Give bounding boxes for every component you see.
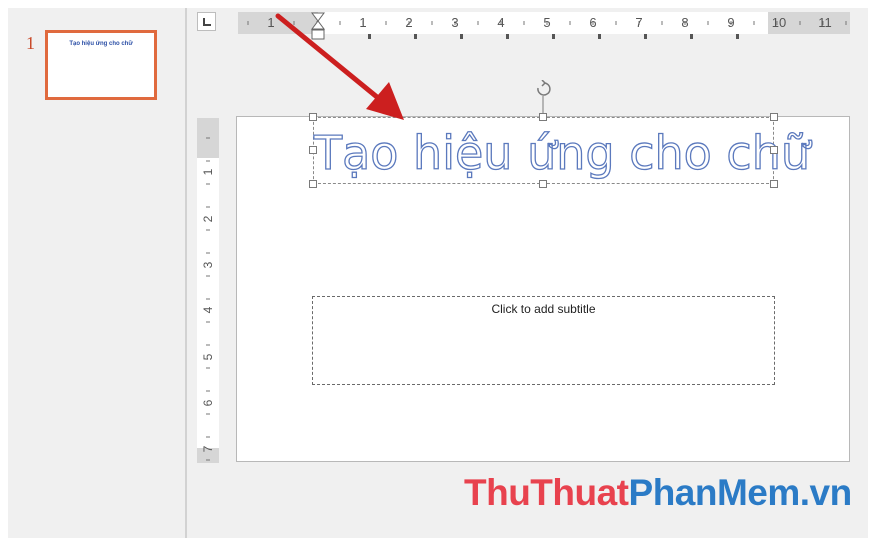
watermark-logo: ThuThuatPhanMem.vn	[464, 472, 852, 514]
resize-handle[interactable]	[770, 146, 778, 154]
slide-thumbnail-title: Tạo hiệu ứng cho chữ	[69, 41, 133, 47]
tab-stop-marker	[598, 34, 601, 39]
ruler-label: 7	[201, 445, 215, 453]
subtitle-placeholder[interactable]: Click to add subtitle	[312, 296, 775, 385]
resize-handle[interactable]	[770, 113, 778, 121]
tab-stop-marker	[506, 34, 509, 39]
tab-stop-marker	[690, 34, 693, 39]
ruler-label: 9	[727, 15, 735, 30]
resize-handle[interactable]	[539, 113, 547, 121]
vertical-ruler[interactable]: 1 2 3 4 5 6 7	[197, 118, 219, 463]
resize-handle[interactable]	[309, 146, 317, 154]
watermark-part2: PhanMem.vn	[628, 472, 853, 513]
resize-handle[interactable]	[539, 180, 547, 188]
resize-handle[interactable]	[770, 180, 778, 188]
ruler-label: 10	[771, 15, 787, 30]
ruler-label: 3	[201, 261, 215, 269]
ruler-label: 11	[818, 15, 832, 30]
slide-thumbnail-number: 1	[26, 33, 35, 53]
ruler-label: 8	[681, 15, 689, 30]
ruler-label: 6	[201, 399, 215, 407]
ruler-label: 2	[201, 215, 215, 223]
ruler-label: 4	[497, 15, 505, 30]
red-arrow-annotation	[275, 13, 404, 120]
tab-stop-marker	[552, 34, 555, 39]
subtitle-placeholder-text[interactable]: Click to add subtitle	[313, 302, 774, 316]
resize-handle[interactable]	[309, 180, 317, 188]
tab-stop-selector[interactable]	[197, 12, 216, 31]
watermark-part1: ThuThuat	[464, 472, 629, 513]
ruler-label: 4	[201, 306, 215, 314]
ruler-label: 6	[589, 15, 597, 30]
slide-thumbnail-1[interactable]: Tạo hiệu ứng cho chữ	[45, 30, 157, 100]
pane-divider[interactable]	[185, 8, 187, 538]
ruler-label: 1	[201, 168, 215, 176]
slide-title-text[interactable]: Tạo hiệu ứng cho chữ	[313, 125, 810, 180]
ruler-label: 5	[543, 15, 551, 30]
tab-stop-marker	[736, 34, 739, 39]
ruler-label: 3	[451, 15, 459, 30]
ruler-label: 5	[201, 353, 215, 361]
tab-stop-icon	[203, 18, 211, 26]
tab-stop-marker	[460, 34, 463, 39]
ruler-label: 7	[635, 15, 643, 30]
tab-stop-marker	[644, 34, 647, 39]
